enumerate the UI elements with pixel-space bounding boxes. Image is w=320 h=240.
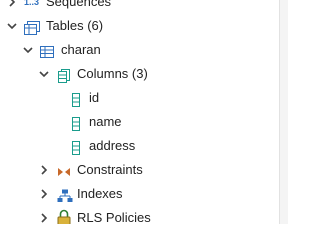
columns-icon xyxy=(57,67,71,83)
tree-node-columns[interactable]: Columns (3) xyxy=(0,62,280,86)
table-name-label: charan xyxy=(61,42,101,57)
tables-icon xyxy=(24,19,40,35)
column-label: address xyxy=(89,138,136,153)
column-icon xyxy=(70,115,84,131)
tree-node-constraints[interactable]: Constraints xyxy=(0,158,280,182)
tree-node-sequences[interactable]: 1..3 Sequences xyxy=(0,0,280,14)
column-label: id xyxy=(89,90,100,105)
tree-node-table-charan[interactable]: charan xyxy=(0,38,280,62)
columns-label: Columns (3) xyxy=(77,66,148,81)
chevron-right-icon[interactable] xyxy=(38,158,50,182)
column-icon xyxy=(70,139,84,155)
sequence-icon: 1..3 xyxy=(24,0,40,7)
tables-label: Tables (6) xyxy=(46,18,104,33)
indexes-icon xyxy=(57,187,73,202)
chevron-right-icon[interactable] xyxy=(38,182,50,206)
tree-node-column-id[interactable]: id xyxy=(0,86,280,110)
tree-node-column-address[interactable]: address xyxy=(0,134,280,158)
chevron-right-icon[interactable] xyxy=(6,0,18,14)
indexes-label: Indexes xyxy=(77,186,123,201)
table-icon xyxy=(40,43,54,58)
vertical-scrollbar[interactable] xyxy=(279,0,288,224)
tree-node-rls-policies[interactable]: RLS Policies xyxy=(0,206,280,224)
chevron-right-icon[interactable] xyxy=(38,206,50,224)
lock-icon xyxy=(56,209,72,224)
chevron-down-icon[interactable] xyxy=(22,38,34,62)
sequences-label: Sequences xyxy=(46,0,112,9)
column-label: name xyxy=(89,114,122,129)
object-explorer-tree: 1..3 Sequences Tables (6) charan Columns… xyxy=(0,0,280,224)
tree-node-indexes[interactable]: Indexes xyxy=(0,182,280,206)
tree-node-tables[interactable]: Tables (6) xyxy=(0,14,280,38)
column-icon xyxy=(70,91,84,107)
tree-node-column-name[interactable]: name xyxy=(0,110,280,134)
constraints-icon xyxy=(57,163,71,177)
chevron-down-icon[interactable] xyxy=(38,62,50,86)
rls-policies-label: RLS Policies xyxy=(77,210,151,224)
chevron-down-icon[interactable] xyxy=(6,14,18,38)
constraints-label: Constraints xyxy=(77,162,143,177)
